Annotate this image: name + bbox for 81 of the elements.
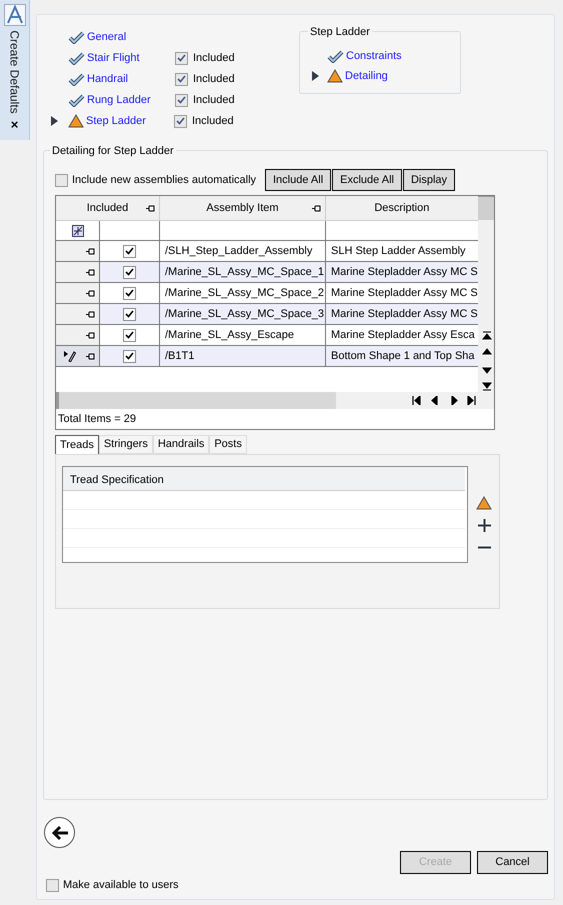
table-cell: Marine Stepladder Assy MC S [326, 304, 478, 324]
nav-link[interactable]: Rung Ladder [87, 92, 175, 108]
row-header[interactable] [56, 325, 100, 345]
cancel-button[interactable]: Cancel [477, 851, 548, 874]
tab[interactable]: Stringers [98, 435, 153, 454]
horizontal-scrollbar[interactable] [56, 392, 336, 409]
row-checkbox[interactable] [123, 266, 136, 278]
total-items-label: Total Items = 29 [58, 412, 136, 427]
pin-icon[interactable] [86, 332, 95, 338]
vertical-scrollbar[interactable] [478, 196, 494, 392]
pin-icon[interactable] [86, 268, 95, 276]
nav-link[interactable]: Constraints [346, 48, 402, 64]
row-checkbox[interactable] [123, 350, 136, 362]
toolbar-button[interactable]: Exclude All [332, 169, 402, 191]
pin-icon[interactable] [86, 248, 95, 254]
group-title: Detailing for Step Ladder [50, 143, 176, 160]
checkbox-label: Included [193, 50, 235, 66]
pin-icon[interactable] [86, 290, 95, 296]
checkmark-icon [68, 30, 85, 44]
table-cell: /Marine_SL_Assy_MC_Space_1 [160, 262, 326, 282]
warning-triangle-icon [68, 114, 84, 128]
row-checkbox[interactable] [123, 328, 136, 342]
back-button[interactable] [44, 817, 75, 848]
warning-triangle-icon [476, 496, 492, 510]
toolbar-button[interactable]: Display [402, 169, 456, 191]
make-available-checkbox[interactable] [46, 878, 59, 892]
panel-title: Create Defaults [8, 32, 22, 112]
checkbox-label: Make available to users [63, 878, 179, 893]
nav-link[interactable]: Handrail [87, 70, 175, 88]
row-header[interactable] [56, 262, 100, 282]
checkbox-label: Include new assemblies automatically [72, 172, 258, 188]
tab[interactable]: Treads [55, 435, 99, 454]
included-checkbox[interactable] [175, 52, 188, 64]
column-header[interactable]: Assembly Item [206, 200, 279, 216]
auto-include-checkbox[interactable] [55, 174, 68, 186]
table-cell: Marine Stepladder Assy MC S [326, 262, 478, 282]
filter-grid-icon[interactable] [72, 224, 84, 236]
row-header[interactable] [56, 241, 100, 261]
scrollbar-thumb[interactable] [478, 196, 494, 220]
arrow-left-icon [50, 824, 68, 840]
toolbar-button[interactable]: Include All [265, 169, 332, 191]
nav-link[interactable]: General [87, 28, 175, 46]
table-cell: Bottom Shape 1 and Top Sha [326, 346, 478, 366]
column-header[interactable]: Included [86, 200, 128, 216]
pin-icon[interactable] [312, 204, 321, 212]
checkmark-icon [68, 94, 85, 106]
pin-icon[interactable] [86, 310, 95, 318]
table-cell: /Marine_SL_Assy_MC_Space_3 [160, 304, 326, 324]
checkmark-icon [327, 50, 344, 62]
warning-triangle-icon [327, 69, 343, 83]
column-header[interactable]: Tread Specification [70, 472, 164, 488]
checkbox-label: Included [192, 114, 234, 129]
row-header[interactable] [56, 283, 100, 303]
row-header[interactable] [56, 346, 100, 366]
letter-a-logo-icon [4, 4, 26, 26]
close-button[interactable]: × [10, 118, 18, 131]
table-cell: /B1T1 [160, 346, 326, 366]
checkmark-icon [68, 52, 85, 64]
included-checkbox[interactable] [175, 94, 188, 106]
checkmark-icon [68, 72, 85, 86]
column-header[interactable]: Description [374, 200, 430, 216]
page-navigation-icon[interactable] [412, 396, 476, 405]
nav-link[interactable]: Step Ladder [86, 112, 174, 130]
group-title: Step Ladder [308, 24, 372, 40]
pin-icon[interactable] [146, 204, 155, 212]
tab[interactable]: Posts [209, 435, 247, 454]
nav-link[interactable]: Stair Flight [87, 50, 175, 66]
edit-pencil-icon [64, 350, 76, 362]
pin-icon[interactable] [86, 352, 95, 360]
row-checkbox[interactable] [123, 286, 136, 300]
included-checkbox[interactable] [175, 72, 188, 86]
nav-link[interactable]: Detailing [345, 68, 388, 84]
included-checkbox[interactable] [174, 114, 187, 128]
row-header[interactable] [56, 304, 100, 324]
scroll-buttons-icon[interactable] [482, 330, 492, 392]
row-checkbox[interactable] [123, 308, 136, 320]
row-checkbox[interactable] [123, 244, 136, 258]
add-icon[interactable] [478, 519, 490, 532]
checkbox-label: Included [193, 72, 235, 87]
tab[interactable]: Handrails [152, 435, 210, 454]
checkbox-label: Included [193, 92, 235, 108]
